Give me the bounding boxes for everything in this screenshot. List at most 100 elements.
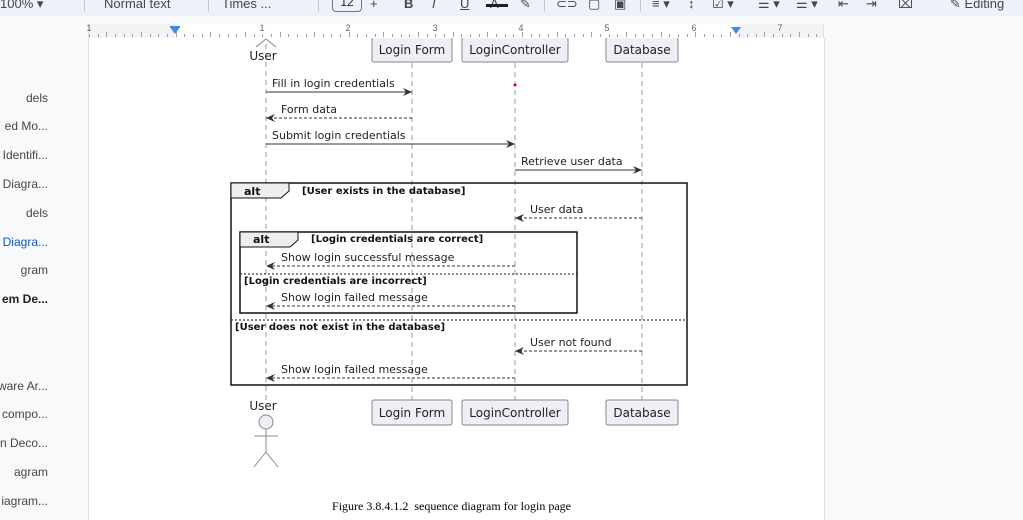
increase-indent-icon[interactable]: ⇥ (866, 0, 877, 14)
ruler-tick (625, 32, 627, 37)
outline-item[interactable]: ed Mo... (0, 119, 86, 133)
ruler-track: 1 1 2 3 4 5 6 7 (86, 23, 824, 38)
ruler-tick (565, 34, 567, 37)
outline-item[interactable]: dels (0, 206, 86, 220)
message-label: Show login successful message (281, 251, 455, 264)
text-color-icon[interactable]: A (490, 0, 499, 14)
ruler-tick (807, 34, 809, 37)
left-indent-marker[interactable] (170, 27, 180, 34)
font-size-input[interactable]: 12 (332, 0, 362, 12)
ruler-tick (89, 34, 90, 37)
fragment-operator: alt (253, 233, 269, 246)
italic-icon[interactable]: I (432, 0, 436, 14)
ruler-tick (296, 34, 298, 37)
clear-formatting-icon[interactable]: ⌧ (898, 0, 913, 14)
outline-item[interactable]: Identifi... (0, 148, 86, 162)
line-spacing-icon[interactable]: ↕ (688, 0, 695, 14)
ruler-tick (236, 34, 238, 37)
toolbar-divider (640, 0, 641, 12)
ruler-tick (721, 34, 723, 37)
ruler-tick (816, 34, 818, 37)
document-page[interactable]: User Login Form LoginController Database… (88, 38, 825, 520)
ruler-tick (288, 34, 290, 37)
ruler-tick (322, 34, 324, 37)
user-actor-icon (253, 414, 279, 468)
ruler-tick (712, 34, 714, 37)
font-select[interactable]: Times ... (222, 0, 271, 14)
outline-item[interactable]: em De... (0, 292, 86, 306)
toolbar-divider (544, 0, 545, 12)
participant-login-form-bottom: Login Form (371, 399, 453, 426)
ruler-tick (279, 32, 281, 37)
comment-icon[interactable]: ▢ (588, 0, 600, 14)
ruler-tick (426, 34, 428, 37)
align-icon[interactable]: ≡ ▾ (652, 0, 670, 14)
outline-item[interactable]: gram (0, 263, 86, 277)
ruler-tick (357, 34, 359, 37)
ruler-tick (123, 34, 125, 37)
fragment-guard: [Login credentials are incorrect] (244, 276, 427, 287)
bold-icon[interactable]: B (404, 0, 413, 14)
toolbar-divider (318, 0, 319, 12)
outline-item[interactable]: n Deco... (0, 436, 86, 450)
right-indent-marker[interactable] (731, 27, 741, 34)
ruler-tick (366, 34, 368, 37)
ruler-tick (97, 34, 99, 37)
numbered-list-icon[interactable]: ☰ ▾ (796, 0, 818, 14)
ruler: 1 1 2 3 4 5 6 7 (0, 23, 1023, 38)
message-label: Show login failed message (281, 363, 428, 376)
editing-mode-icon[interactable]: ✎ Editing (950, 0, 1004, 14)
ruler-tick (166, 34, 168, 37)
ruler-tick (227, 34, 229, 37)
ruler-tick (331, 34, 333, 37)
ruler-tick (418, 32, 420, 37)
message-label: Fill in login credentials (272, 77, 395, 90)
outline-item[interactable]: Diagra... (0, 177, 86, 191)
image-icon[interactable]: ▣ (614, 0, 626, 14)
link-icon[interactable]: ⊂⊃ (556, 0, 578, 14)
toolbar: 100% ▾ Normal text Times ... 12 + B I U … (0, 0, 1023, 16)
outline-item-active[interactable]: Diagra... (0, 235, 86, 249)
message-label: Form data (281, 103, 337, 116)
ruler-tick (158, 34, 160, 37)
participant-user-bottom: User (249, 399, 276, 413)
ruler-tick (452, 32, 454, 37)
highlight-icon[interactable]: ✎ (520, 0, 531, 14)
zoom-select[interactable]: 100% ▾ (0, 0, 43, 14)
ruler-tick (192, 34, 194, 37)
ruler-tick (651, 34, 653, 37)
participant-database-bottom: Database (605, 399, 679, 426)
outline-item[interactable]: dels (0, 91, 86, 105)
ruler-tick (773, 34, 775, 37)
decrease-indent-icon[interactable]: ⇤ (838, 0, 849, 14)
fragment-guard: [Login credentials are correct] (311, 234, 483, 245)
outline-item[interactable]: iagram... (0, 494, 86, 508)
bulleted-list-icon[interactable]: ☰ ▾ (758, 0, 780, 14)
outline-item[interactable]: compo... (0, 407, 86, 421)
docs-editor: 100% ▾ Normal text Times ... 12 + B I U … (0, 0, 1023, 520)
ruler-tick (556, 32, 558, 37)
ruler-tick (392, 34, 394, 37)
ruler-tick (461, 34, 463, 37)
zoom-value: 100% (0, 0, 34, 11)
increase-font-size-icon[interactable]: + (370, 0, 378, 14)
ruler-tick (539, 34, 541, 37)
ruler-tick (573, 34, 575, 37)
editing-mode-label: Editing (964, 0, 1005, 11)
toolbar-divider (84, 0, 85, 12)
ruler-tick (106, 32, 108, 37)
participant-label: Login Form (379, 43, 445, 57)
underline-icon[interactable]: U (460, 0, 469, 14)
ruler-tick (643, 34, 645, 37)
checklist-icon[interactable]: ☑ ▾ (712, 0, 734, 14)
style-select[interactable]: Normal text (104, 0, 170, 14)
participant-label: Database (613, 43, 670, 57)
outline-item[interactable]: agram (0, 465, 86, 479)
ruler-tick (513, 34, 515, 37)
outline-item[interactable]: ware Ar... (0, 379, 86, 393)
message-label: Show login failed message (281, 291, 428, 304)
participant-label: Login Form (379, 406, 445, 420)
ruler-tick (591, 32, 593, 37)
ruler-tick (504, 34, 506, 37)
message-label: User not found (530, 336, 612, 349)
